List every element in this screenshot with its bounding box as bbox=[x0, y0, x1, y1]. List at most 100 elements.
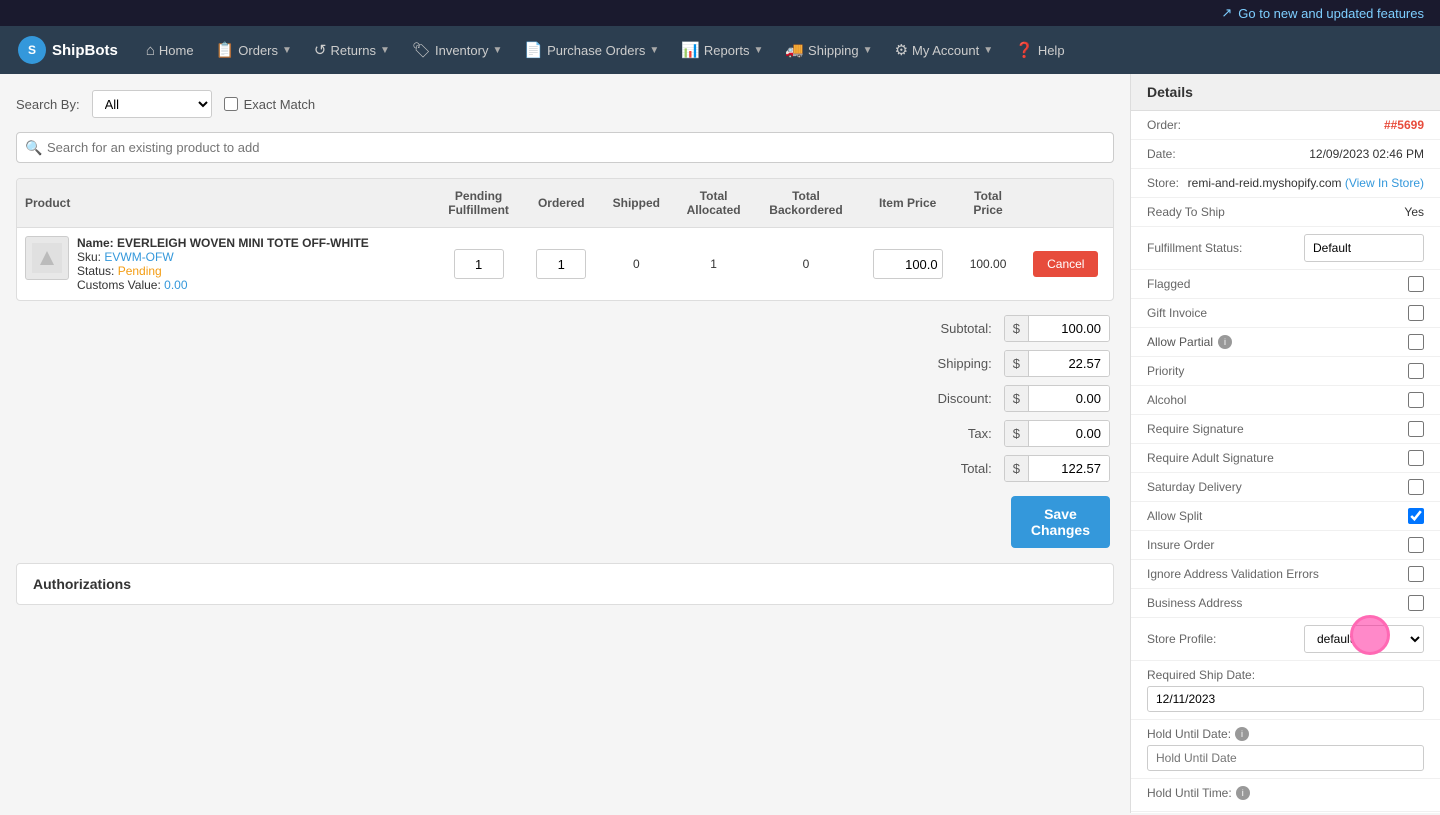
nav-purchase-orders-label: Purchase Orders bbox=[547, 43, 645, 58]
totals-section: Subtotal: $ Shipping: $ Discount: $ bbox=[16, 315, 1114, 482]
tax-row: Tax: $ bbox=[912, 420, 1110, 447]
fulfillment-status-label: Fulfillment Status: bbox=[1147, 241, 1242, 255]
search-input-wrapper: 🔍 bbox=[16, 132, 1114, 163]
total-row: Total: $ bbox=[912, 455, 1110, 482]
nav-help[interactable]: ❓ Help bbox=[1005, 26, 1074, 74]
alcohol-checkbox[interactable] bbox=[1408, 392, 1424, 408]
nav-my-account[interactable]: ⚙ My Account ▼ bbox=[885, 26, 1004, 74]
date-value: 12/09/2023 02:46 PM bbox=[1309, 147, 1424, 161]
help-icon: ❓ bbox=[1015, 41, 1034, 59]
cancel-button[interactable]: Cancel bbox=[1033, 251, 1098, 277]
flagged-label: Flagged bbox=[1147, 277, 1190, 291]
item-price-input[interactable] bbox=[873, 249, 943, 279]
main-layout: Search By: All SKU Name Exact Match 🔍 Pr… bbox=[0, 74, 1440, 813]
product-info: Name: EVERLEIGH WOVEN MINI TOTE OFF-WHIT… bbox=[77, 236, 369, 292]
order-value[interactable]: ##5699 bbox=[1384, 118, 1424, 132]
gift-invoice-checkbox[interactable] bbox=[1408, 305, 1424, 321]
total-allocated-value: 1 bbox=[710, 257, 717, 271]
store-profile-select[interactable]: default bbox=[1304, 625, 1424, 653]
insure-order-checkbox[interactable] bbox=[1408, 537, 1424, 553]
col-item-price: Item Price bbox=[858, 179, 958, 228]
exact-match-checkbox[interactable] bbox=[224, 97, 238, 111]
reports-chevron-icon: ▼ bbox=[753, 45, 763, 56]
orders-chevron-icon: ▼ bbox=[282, 45, 292, 56]
require-signature-label: Require Signature bbox=[1147, 422, 1244, 436]
subtotal-input[interactable] bbox=[1029, 316, 1109, 341]
col-pending: PendingFulfillment bbox=[434, 179, 523, 228]
logo[interactable]: S ShipBots bbox=[8, 36, 128, 64]
tax-input[interactable] bbox=[1029, 421, 1109, 446]
nav-returns-label: Returns bbox=[331, 43, 377, 58]
required-ship-date-label: Required Ship Date: bbox=[1147, 668, 1424, 682]
nav-my-account-label: My Account bbox=[912, 43, 979, 58]
ordered-input[interactable] bbox=[536, 249, 586, 279]
business-address-row: Business Address bbox=[1131, 589, 1440, 618]
tax-currency: $ bbox=[1005, 421, 1029, 446]
saturday-delivery-label: Saturday Delivery bbox=[1147, 480, 1242, 494]
nav-reports-label: Reports bbox=[704, 43, 750, 58]
sku-link[interactable]: EVWM-OFW bbox=[104, 250, 173, 264]
nav-home-label: Home bbox=[159, 43, 194, 58]
banner-link[interactable]: Go to new and updated features bbox=[1238, 6, 1424, 21]
allow-split-checkbox[interactable] bbox=[1408, 508, 1424, 524]
fulfillment-status-row: Fulfillment Status: Default Shipped Pend… bbox=[1131, 227, 1440, 270]
required-ship-date-row: Required Ship Date: bbox=[1131, 661, 1440, 720]
pending-fulfillment-input[interactable] bbox=[454, 249, 504, 279]
shipping-icon: 🚚 bbox=[785, 41, 804, 59]
product-sku: Sku: EVWM-OFW bbox=[77, 250, 369, 264]
allow-partial-info-icon[interactable]: i bbox=[1218, 335, 1232, 349]
table-row: Name: EVERLEIGH WOVEN MINI TOTE OFF-WHIT… bbox=[17, 228, 1113, 301]
shipping-input[interactable] bbox=[1029, 351, 1109, 376]
search-by-select[interactable]: All SKU Name bbox=[92, 90, 212, 118]
nav-returns[interactable]: ↺ Returns ▼ bbox=[304, 26, 400, 74]
nav-inventory[interactable]: 🏷 Inventory ▼ bbox=[402, 26, 512, 74]
total-backordered-cell: 0 bbox=[754, 228, 858, 301]
store-view-link[interactable]: (View In Store) bbox=[1345, 176, 1424, 190]
fulfillment-status-select[interactable]: Default Shipped Pending bbox=[1304, 234, 1424, 262]
product-table: Product PendingFulfillment Ordered Shipp… bbox=[17, 179, 1113, 300]
hold-until-time-info-icon[interactable]: i bbox=[1236, 786, 1250, 800]
allow-partial-checkbox[interactable] bbox=[1408, 334, 1424, 350]
store-profile-label: Store Profile: bbox=[1147, 632, 1216, 646]
discount-input[interactable] bbox=[1029, 386, 1109, 411]
hold-until-date-info-icon[interactable]: i bbox=[1235, 727, 1249, 741]
shipped-cell: 0 bbox=[600, 228, 673, 301]
col-ordered: Ordered bbox=[523, 179, 600, 228]
status-badge: Pending bbox=[118, 264, 162, 278]
exact-match-label: Exact Match bbox=[244, 97, 316, 112]
nav-home[interactable]: ⌂ Home bbox=[136, 26, 204, 74]
ready-to-ship-label: Ready To Ship bbox=[1147, 205, 1225, 219]
require-signature-checkbox[interactable] bbox=[1408, 421, 1424, 437]
search-input[interactable] bbox=[16, 132, 1114, 163]
nav-orders[interactable]: 📋 Orders ▼ bbox=[206, 26, 302, 74]
search-icon: 🔍 bbox=[25, 139, 42, 156]
hold-until-date-input[interactable] bbox=[1147, 745, 1424, 771]
left-panel: Search By: All SKU Name Exact Match 🔍 Pr… bbox=[0, 74, 1130, 813]
external-link-icon: ↗ bbox=[1221, 5, 1232, 21]
home-icon: ⌂ bbox=[146, 42, 155, 59]
search-bar: Search By: All SKU Name Exact Match bbox=[16, 90, 1114, 118]
required-ship-date-input[interactable] bbox=[1147, 686, 1424, 712]
nav-reports[interactable]: 📊 Reports ▼ bbox=[671, 26, 773, 74]
ready-to-ship-value: Yes bbox=[1404, 205, 1424, 219]
subtotal-input-wrapper: $ bbox=[1004, 315, 1110, 342]
nav-shipping[interactable]: 🚚 Shipping ▼ bbox=[775, 26, 882, 74]
nav-shipping-label: Shipping bbox=[808, 43, 859, 58]
priority-checkbox[interactable] bbox=[1408, 363, 1424, 379]
save-changes-button[interactable]: SaveChanges bbox=[1011, 496, 1110, 548]
require-adult-signature-checkbox[interactable] bbox=[1408, 450, 1424, 466]
nav-purchase-orders[interactable]: 📄 Purchase Orders ▼ bbox=[514, 26, 669, 74]
total-input[interactable] bbox=[1029, 456, 1109, 481]
require-adult-signature-label: Require Adult Signature bbox=[1147, 451, 1274, 465]
saturday-delivery-checkbox[interactable] bbox=[1408, 479, 1424, 495]
ignore-address-validation-row: Ignore Address Validation Errors bbox=[1131, 560, 1440, 589]
shipping-label: Shipping: bbox=[912, 356, 992, 371]
product-customs: Customs Value: 0.00 bbox=[77, 278, 369, 292]
ignore-address-validation-checkbox[interactable] bbox=[1408, 566, 1424, 582]
allow-partial-row: Allow Partial i bbox=[1131, 328, 1440, 357]
business-address-checkbox[interactable] bbox=[1408, 595, 1424, 611]
flagged-checkbox[interactable] bbox=[1408, 276, 1424, 292]
pending-fulfillment-cell bbox=[434, 228, 523, 301]
alcohol-row: Alcohol bbox=[1131, 386, 1440, 415]
purchase-orders-icon: 📄 bbox=[524, 41, 543, 59]
